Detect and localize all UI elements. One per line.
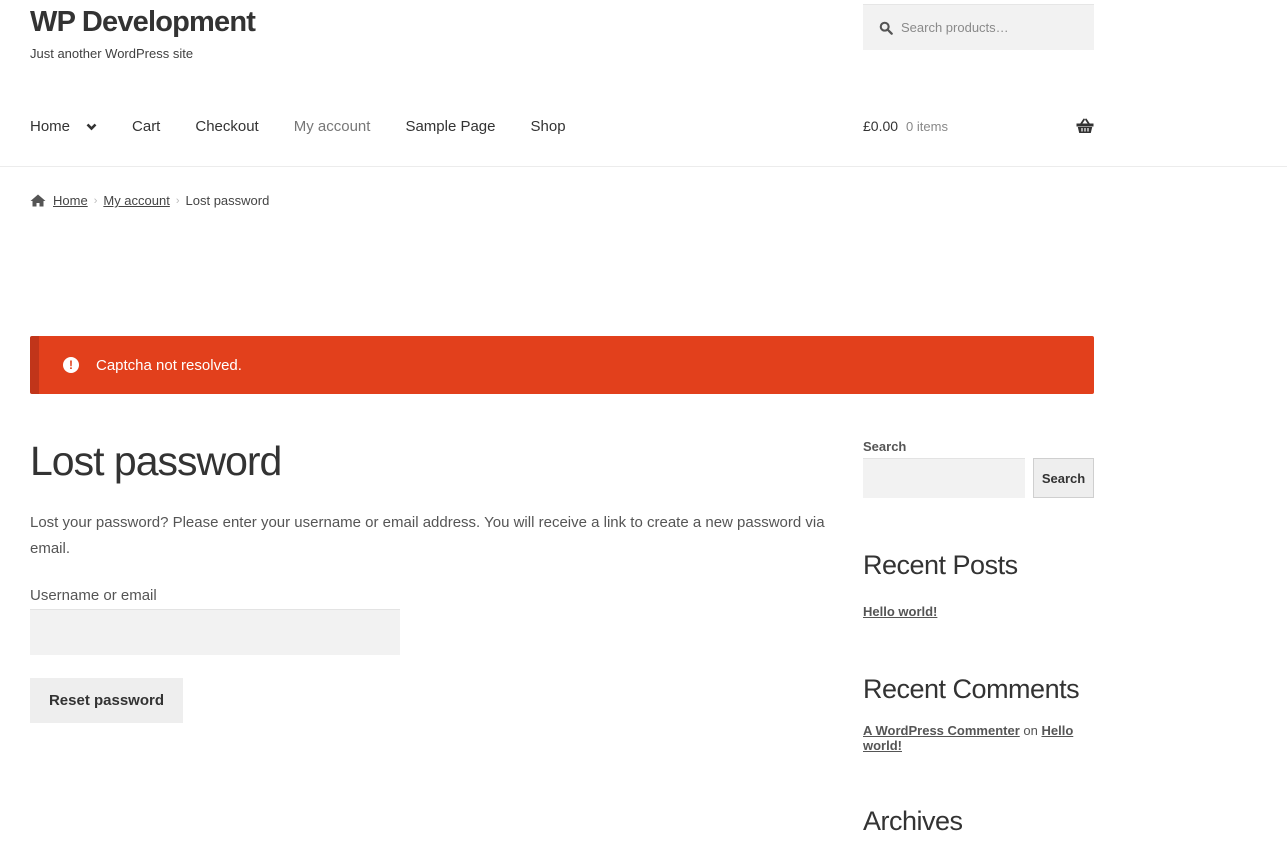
recent-comment-item: A WordPress Commenter on Hello world! [863, 723, 1083, 753]
recent-posts-title: Recent Posts [863, 550, 1018, 580]
breadcrumb-separator: › [93, 194, 98, 207]
sidebar-search-label: Search [863, 439, 907, 454]
breadcrumb-separator: › [175, 194, 180, 207]
sidebar-search-input[interactable] [863, 458, 1025, 498]
recent-comments-title: Recent Comments [863, 674, 1080, 704]
username-or-email-input[interactable] [30, 609, 400, 655]
nav-item-shop[interactable]: Shop [531, 118, 566, 135]
chevron-down-icon[interactable] [86, 123, 97, 131]
nav-item-label: Home [30, 118, 71, 135]
alert-icon: ! [63, 357, 79, 373]
error-message: Captcha not resolved. [96, 356, 242, 374]
intro-text: Lost your password? Please enter your us… [30, 514, 825, 557]
home-icon [30, 194, 46, 207]
site-tagline: Just another WordPress site [30, 46, 194, 61]
site-title[interactable]: WP Development [30, 6, 256, 39]
comment-author-link[interactable]: A WordPress Commenter [863, 723, 1020, 738]
breadcrumb-my-account-link[interactable]: My account [103, 193, 169, 208]
search-icon [879, 21, 893, 35]
primary-navigation: Home Cart Checkout My account Sample Pag… [30, 118, 601, 135]
sidebar-search-button[interactable]: Search [1033, 458, 1094, 498]
nav-item-cart[interactable]: Cart [132, 118, 160, 135]
header-cart[interactable]: £0.00 0 items [863, 118, 1094, 134]
error-notice: ! Captcha not resolved. [30, 336, 1094, 394]
basket-icon[interactable] [1076, 118, 1094, 134]
product-search[interactable] [863, 4, 1094, 50]
page-title: Lost password [30, 438, 282, 484]
nav-item-my-account[interactable]: My account [294, 118, 371, 135]
breadcrumb-current: Lost password [185, 193, 270, 208]
cart-amount: £0.00 [863, 118, 899, 134]
header-divider [0, 166, 1287, 167]
comment-connector: on [1023, 723, 1038, 738]
product-search-input[interactable] [901, 20, 1081, 35]
nav-item-sample-page[interactable]: Sample Page [405, 118, 495, 135]
reset-password-button[interactable]: Reset password [30, 678, 183, 723]
nav-item-checkout[interactable]: Checkout [195, 118, 258, 135]
recent-post-link[interactable]: Hello world! [863, 604, 937, 619]
archives-title: Archives [863, 806, 963, 836]
nav-item-home[interactable]: Home [30, 118, 97, 135]
username-label: Username or email [30, 587, 157, 604]
recent-posts-list: Hello world! [863, 603, 937, 621]
cart-count: 0 items [906, 118, 948, 134]
breadcrumb-home-link[interactable]: Home [53, 193, 88, 208]
breadcrumb: Home › My account › Lost password [30, 193, 269, 208]
